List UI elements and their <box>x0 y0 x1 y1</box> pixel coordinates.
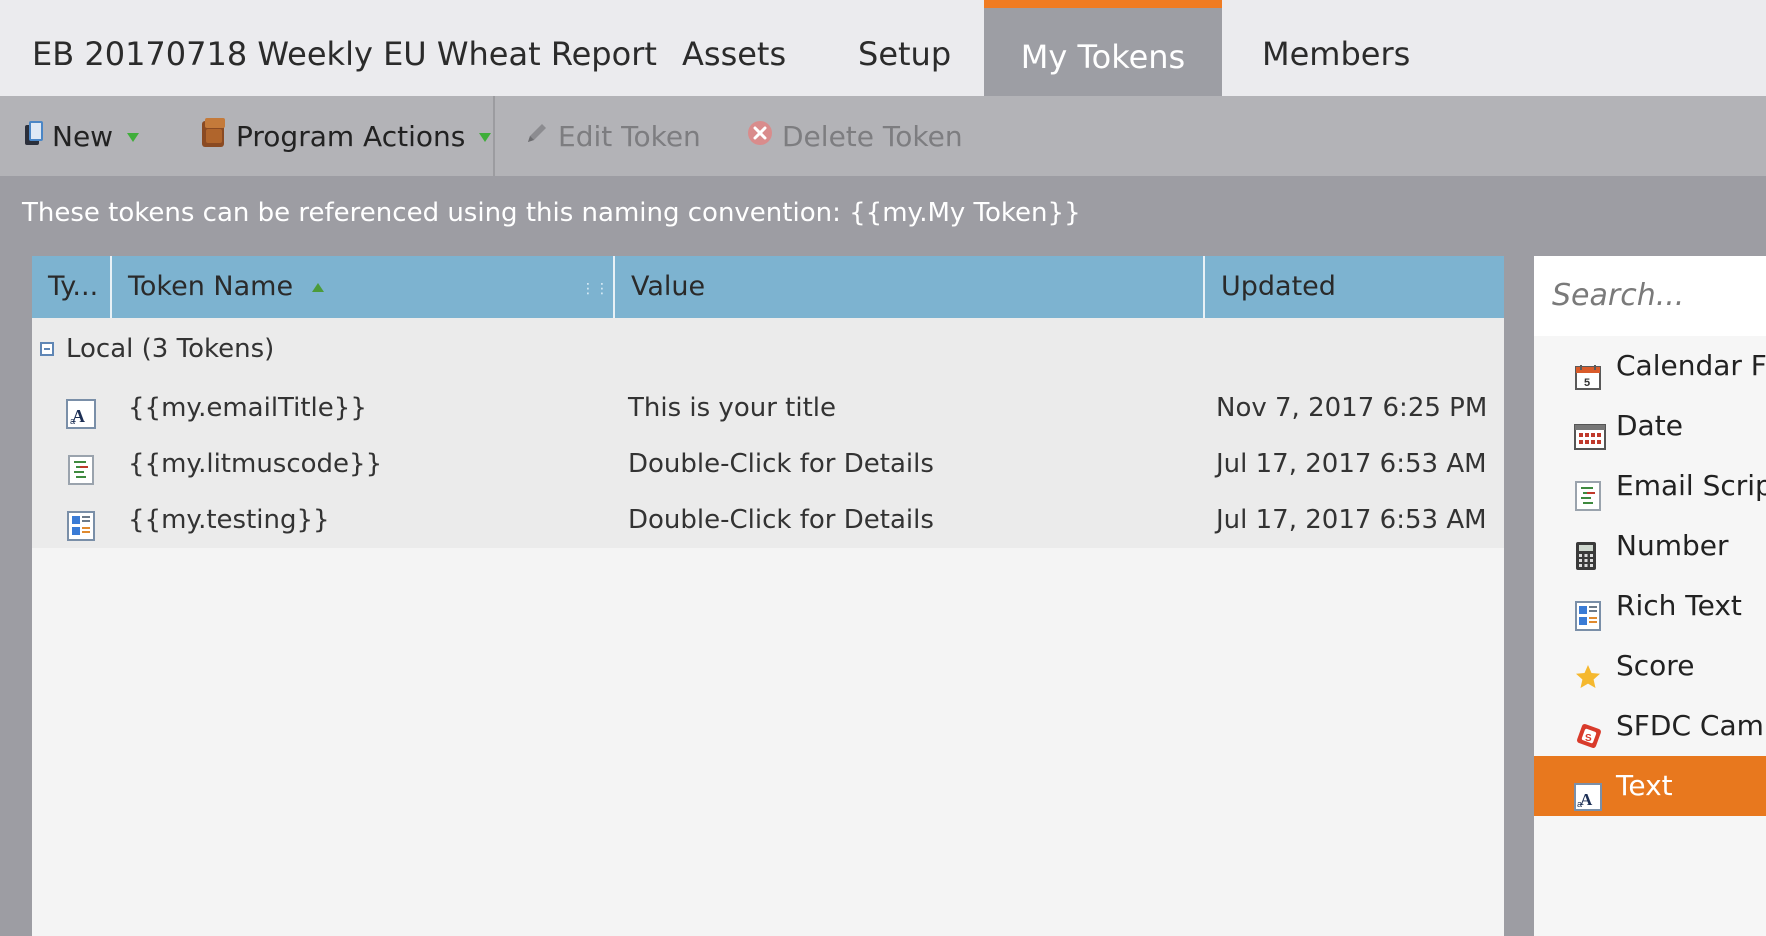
list-item-rich-text[interactable]: Rich Text <box>1534 576 1766 636</box>
table-row[interactable]: {{my.litmuscode}} Double-Click for Detai… <box>32 436 1504 492</box>
svg-text:a: a <box>70 416 75 426</box>
tab-program-name[interactable]: EB 20170718 Weekly EU Wheat Report <box>32 0 657 96</box>
svg-text:a: a <box>1577 799 1582 809</box>
column-header-token-name-label: Token Name <box>128 271 294 302</box>
token-name: {{my.testing}} <box>128 505 330 535</box>
program-actions-button[interactable]: Program Actions <box>200 96 492 176</box>
token-value: Double-Click for Details <box>628 505 934 535</box>
list-item-text[interactable]: A a Text <box>1534 756 1766 816</box>
table-row[interactable]: {{my.testing}} Double-Click for Details … <box>32 492 1504 548</box>
rich-text-token-icon <box>66 505 96 561</box>
token-updated: Jul 17, 2017 6:53 AM <box>1216 449 1487 479</box>
search-box <box>1534 256 1766 336</box>
token-name: {{my.litmuscode}} <box>128 449 383 479</box>
column-header-type[interactable]: Ty... <box>32 256 112 318</box>
naming-convention-hint: These tokens can be referenced using thi… <box>22 198 1081 228</box>
list-item-calendar-file[interactable]: 5 Calendar Fil <box>1534 336 1766 396</box>
list-item-label: Number <box>1616 529 1729 562</box>
token-name: {{my.emailTitle}} <box>128 393 367 423</box>
token-value: Double-Click for Details <box>628 449 934 479</box>
list-item-label: Email Script <box>1616 469 1766 502</box>
svg-text:5: 5 <box>1584 377 1590 389</box>
list-item-label: Calendar Fil <box>1616 349 1766 382</box>
list-item-label: Rich Text <box>1616 589 1742 622</box>
list-item-number[interactable]: Number <box>1534 516 1766 576</box>
token-type-panel: 5 Calendar Fil Date <box>1534 256 1766 936</box>
list-item-email-script[interactable]: Email Script <box>1534 456 1766 516</box>
collapse-icon[interactable] <box>40 342 54 356</box>
list-item-label: Date <box>1616 409 1683 442</box>
list-item-label: Text <box>1616 769 1673 802</box>
sort-ascending-icon <box>311 283 324 292</box>
group-row-local[interactable]: Local (3 Tokens) <box>32 318 1504 380</box>
program-tab-bar: EB 20170718 Weekly EU Wheat Report Asset… <box>0 0 1766 96</box>
delete-token-button[interactable]: Delete Token <box>746 96 963 176</box>
list-item-label: Score <box>1616 649 1695 682</box>
toolbar-divider <box>493 96 495 176</box>
table-row[interactable]: A a {{my.emailTitle}} This is your title… <box>32 380 1504 436</box>
edit-token-button[interactable]: Edit Token <box>524 96 701 176</box>
column-header-token-name[interactable]: Token Name ⋮⋮ <box>112 256 615 318</box>
new-document-icon <box>24 120 44 153</box>
toolbar: New Program Actions Edit Token Delete To… <box>0 96 1766 176</box>
list-item-date[interactable]: Date <box>1534 396 1766 456</box>
new-button-label: New <box>52 119 114 153</box>
delete-icon <box>746 119 774 154</box>
column-header-updated[interactable]: Updated <box>1205 256 1504 318</box>
new-button[interactable]: New <box>24 96 140 176</box>
tab-assets[interactable]: Assets <box>682 0 786 96</box>
edit-token-label: Edit Token <box>558 119 701 153</box>
list-item-sfdc-campaign[interactable]: S SFDC Camp <box>1534 696 1766 756</box>
token-updated: Jul 17, 2017 6:53 AM <box>1216 505 1487 535</box>
list-item-label: SFDC Camp <box>1616 709 1766 742</box>
tab-members[interactable]: Members <box>1262 0 1410 96</box>
tab-my-tokens[interactable]: My Tokens <box>984 0 1222 96</box>
token-updated: Nov 7, 2017 6:25 PM <box>1216 393 1488 423</box>
text-icon: A a <box>1574 772 1602 832</box>
tab-setup[interactable]: Setup <box>858 0 951 96</box>
svg-text:S: S <box>1585 733 1592 744</box>
tokens-grid: Ty... Token Name ⋮⋮ Value Updated Local … <box>32 256 1504 936</box>
search-input[interactable] <box>1552 270 1762 320</box>
token-type-list: 5 Calendar Fil Date Email Scrip Number R… <box>1534 336 1766 816</box>
column-menu-icon[interactable]: ⋮⋮ <box>581 258 609 320</box>
chevron-down-icon <box>127 132 140 142</box>
program-actions-icon <box>200 117 228 156</box>
grid-header: Ty... Token Name ⋮⋮ Value Updated <box>32 256 1504 318</box>
list-item-score[interactable]: Score <box>1534 636 1766 696</box>
delete-token-label: Delete Token <box>782 119 963 153</box>
chevron-down-icon <box>479 132 492 142</box>
pencil-icon <box>524 120 550 153</box>
column-header-value[interactable]: Value <box>615 256 1205 318</box>
group-label: Local (3 Tokens) <box>66 334 275 364</box>
token-value: This is your title <box>628 393 836 423</box>
program-actions-label: Program Actions <box>236 119 466 153</box>
